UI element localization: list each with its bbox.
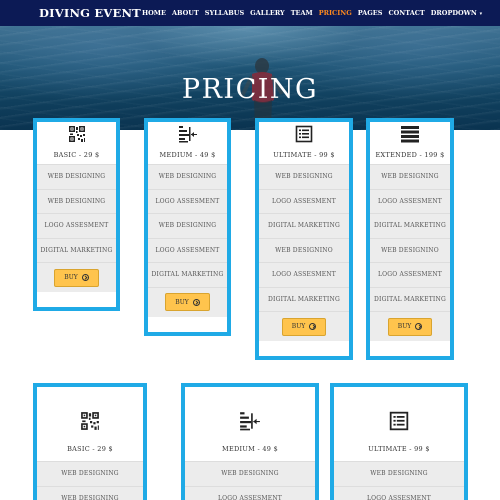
dropdown-label: DROPDOWN <box>430 9 477 17</box>
feature-item: WEB DESIGNING <box>148 164 227 189</box>
qr-code-icon <box>68 126 85 142</box>
nav-item-about[interactable]: ABOUT <box>172 9 199 17</box>
feature-item: WEB DESIGNING <box>259 164 349 189</box>
arrow-circle-right-icon <box>309 323 317 330</box>
buy-button-label: BUY <box>397 323 412 330</box>
site-logo[interactable]: DIVING EVENT <box>39 6 141 20</box>
plan-title: BASIC - 29 $ <box>53 151 100 159</box>
feature-item: WEB DESIGNING <box>37 164 116 189</box>
nav-item-home[interactable]: HOME <box>142 9 166 17</box>
feature-item: WEB DESIGNING <box>334 461 464 486</box>
buy-button-label: BUY <box>291 323 306 330</box>
buy-button[interactable]: BUY <box>54 268 99 287</box>
feature-item: LOGO ASSESMENT <box>148 188 227 213</box>
pricing-card-basic-2: BASIC - 29 $ WEB DESIGNING WEB DESIGNING <box>33 383 147 500</box>
feature-item: WEB DESIGNING <box>148 213 227 238</box>
feature-item: DIGITAL MARKETING <box>259 286 349 311</box>
feature-item: DIGITAL MARKETING <box>148 262 227 287</box>
qr-code-icon <box>81 412 99 430</box>
buy-button-label: BUY <box>64 274 78 281</box>
plan-title: MEDIUM - 49 $ <box>159 151 216 159</box>
arrow-circle-right-icon <box>415 323 423 330</box>
nav-item-pricing[interactable]: PRICING <box>319 9 352 17</box>
align-arrow-icon <box>240 412 260 431</box>
pricing-card-extended: EXTENDED - 199 $ WEB DESIGNING LOGO ASSE… <box>366 118 454 360</box>
pricing-card-ultimate: ULTIMATE - 99 $ WEB DESIGNING LOGO ASSES… <box>255 118 353 360</box>
nav-item-pages[interactable]: PAGES <box>358 9 383 17</box>
feature-item: DIGITAL MARKETING <box>259 213 349 238</box>
feature-item: DIGITAL MARKETING <box>37 237 116 262</box>
feature-item: LOGO ASSESMENT <box>334 485 464 500</box>
buy-button[interactable]: BUY <box>281 317 327 336</box>
feature-item: LOGO ASSESMENT <box>370 262 450 287</box>
plan-title: MEDIUM - 49 $ <box>221 445 278 453</box>
plan-title: ULTIMATE - 99 $ <box>273 151 335 159</box>
feature-item: WEB DESIGNING <box>37 461 143 486</box>
feature-item: LOGO ASSESMENT <box>185 485 315 500</box>
nav-menu: HOME ABOUT SYLLABUS GALLERY TEAM PRICING… <box>142 9 488 17</box>
nav-item-syllabus[interactable]: SYLLABUS <box>205 9 244 17</box>
feature-item: DIGITAL MARKETING <box>370 286 450 311</box>
plan-title: BASIC - 29 $ <box>67 445 113 453</box>
caret-down-icon: ▾ <box>477 11 483 17</box>
feature-item: WEB DESIGNING <box>370 164 450 189</box>
hero-banner: PRICING <box>0 26 500 130</box>
nav-item-contact[interactable]: CONTACT <box>388 9 424 17</box>
arrow-circle-right-icon <box>81 274 89 281</box>
buy-button[interactable]: BUY <box>387 317 433 336</box>
bars-icon <box>401 126 419 143</box>
feature-item: LOGO ASSESMENT <box>370 188 450 213</box>
feature-item: WEB DESIGNINO <box>370 237 450 262</box>
feature-item: LOGO ASSESMENT <box>37 213 116 238</box>
nav-item-gallery[interactable]: GALLERY <box>250 9 285 17</box>
page-title: PRICING <box>181 74 319 105</box>
nav-item-team[interactable]: TEAM <box>291 9 313 17</box>
plan-title: EXTENDED - 199 $ <box>375 151 445 159</box>
buy-button[interactable]: BUY <box>165 293 210 311</box>
plan-title: ULTIMATE - 99 $ <box>368 445 430 453</box>
nav-item-dropdown[interactable]: DROPDOWN ▾ <box>431 9 482 17</box>
feature-item: WEB DESIGNING <box>37 485 143 500</box>
feature-item: LOGO ASSESMENT <box>148 237 227 262</box>
top-navbar: DIVING EVENT HOME ABOUT SYLLABUS GALLERY… <box>0 0 500 26</box>
pricing-card-basic: BASIC - 29 $ WEB DESIGNING WEB DESIGNING… <box>33 118 120 311</box>
feature-item: WEB DESIGNING <box>37 188 116 213</box>
arrow-circle-right-icon <box>192 298 200 306</box>
list-alt-icon <box>295 125 313 143</box>
feature-item: LOGO ASSESMENT <box>259 262 349 287</box>
feature-item: WEB DESIGNINO <box>259 237 349 262</box>
buy-button-label: BUY <box>175 298 189 306</box>
pricing-card-ultimate-2: ULTIMATE - 99 $ WEB DESIGNING LOGO ASSES… <box>330 383 468 500</box>
pricing-card-medium: MEDIUM - 49 $ WEB DESIGNING LOGO ASSESME… <box>144 118 231 336</box>
align-arrow-icon <box>178 126 197 143</box>
pricing-card-medium-2: MEDIUM - 49 $ WEB DESIGNING LOGO ASSESME… <box>181 383 319 500</box>
feature-item: WEB DESIGNING <box>185 461 315 486</box>
feature-item: LOGO ASSESMENT <box>259 188 349 213</box>
list-alt-icon <box>389 411 409 431</box>
feature-item: DIGITAL MARKETING <box>370 213 450 238</box>
